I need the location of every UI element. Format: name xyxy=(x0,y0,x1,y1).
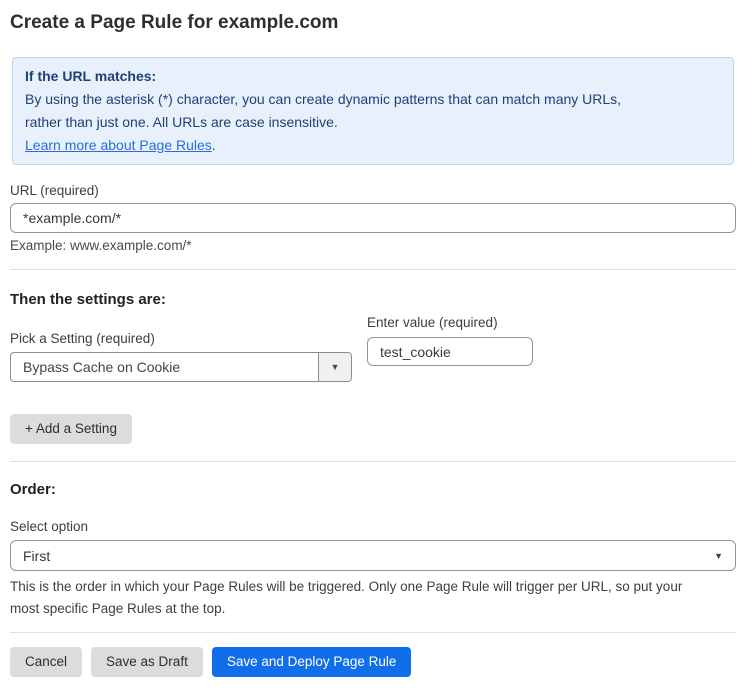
info-box-text-line: By using the asterisk (*) character, you… xyxy=(25,88,719,111)
order-select[interactable]: First ▼ xyxy=(10,540,736,571)
url-label: URL (required) xyxy=(10,183,736,199)
section-divider xyxy=(10,632,736,633)
order-select-value: First xyxy=(23,548,50,564)
cancel-button[interactable]: Cancel xyxy=(10,647,82,677)
select-option-label: Select option xyxy=(10,519,736,535)
info-box-text-line: rather than just one. All URLs are case … xyxy=(25,111,719,134)
pick-setting-label: Pick a Setting (required) xyxy=(10,331,352,347)
url-match-info-box: If the URL matches: By using the asteris… xyxy=(12,57,734,165)
chevron-down-icon: ▼ xyxy=(714,551,723,561)
save-and-deploy-button[interactable]: Save and Deploy Page Rule xyxy=(212,647,412,677)
order-section-heading: Order: xyxy=(10,481,736,498)
learn-more-page-rules-link[interactable]: Learn more about Page Rules xyxy=(25,137,212,153)
form-actions: Cancel Save as Draft Save and Deploy Pag… xyxy=(10,647,736,677)
info-box-heading: If the URL matches: xyxy=(25,65,719,88)
url-input[interactable] xyxy=(10,203,736,233)
url-example-help: Example: www.example.com/* xyxy=(10,238,736,254)
setting-select[interactable]: Bypass Cache on Cookie ▼ xyxy=(10,352,352,382)
setting-select-value: Bypass Cache on Cookie xyxy=(11,353,318,381)
pick-setting-column: Pick a Setting (required) Bypass Cache o… xyxy=(10,308,352,382)
info-box-link-line: Learn more about Page Rules. xyxy=(25,134,719,157)
section-divider xyxy=(10,461,736,462)
setting-row: Pick a Setting (required) Bypass Cache o… xyxy=(10,308,736,382)
setting-value-column: Enter value (required) xyxy=(367,315,533,366)
setting-value-input[interactable] xyxy=(367,337,533,366)
page-title: Create a Page Rule for example.com xyxy=(10,12,736,34)
section-divider xyxy=(10,269,736,270)
order-help-line: most specific Page Rules at the top. xyxy=(10,598,736,620)
link-trailing-period: . xyxy=(212,137,216,153)
order-help-text: This is the order in which your Page Rul… xyxy=(10,576,736,620)
create-page-rule-form: Create a Page Rule for example.com If th… xyxy=(0,12,750,677)
order-help-line: This is the order in which your Page Rul… xyxy=(10,576,736,598)
save-as-draft-button[interactable]: Save as Draft xyxy=(91,647,203,677)
add-setting-button[interactable]: + Add a Setting xyxy=(10,414,132,444)
enter-value-label: Enter value (required) xyxy=(367,315,533,331)
chevron-down-icon[interactable]: ▼ xyxy=(318,353,351,381)
settings-section-heading: Then the settings are: xyxy=(10,291,736,308)
